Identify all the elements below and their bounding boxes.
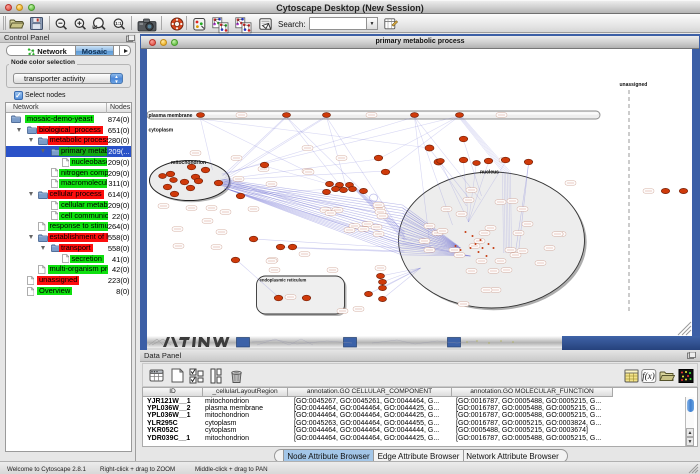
- svg-text:1:1: 1:1: [115, 21, 122, 26]
- svg-text:endoplasmic reticulum: endoplasmic reticulum: [259, 278, 306, 283]
- svg-text:plasma membrane: plasma membrane: [148, 113, 192, 119]
- svg-text:nucleus: nucleus: [480, 170, 499, 176]
- svg-text:cytoplasm: cytoplasm: [148, 128, 173, 134]
- svg-text:unassigned: unassigned: [619, 82, 647, 88]
- svg-text:f(x): f(x): [642, 371, 655, 381]
